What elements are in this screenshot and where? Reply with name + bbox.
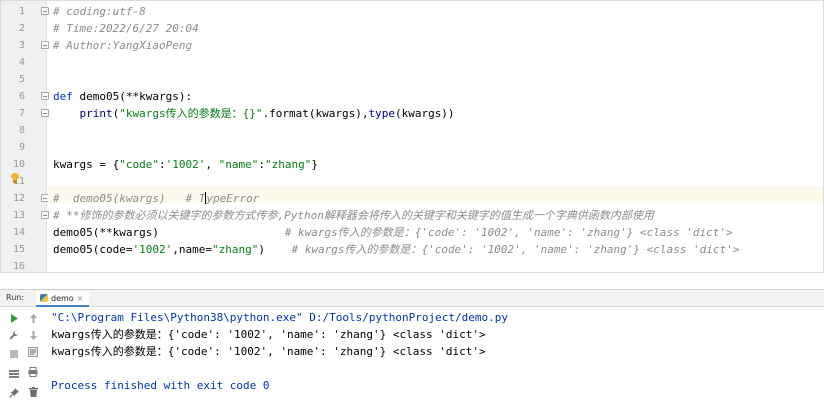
arrow-down-icon[interactable] xyxy=(27,329,39,341)
pin-icon[interactable] xyxy=(8,387,20,399)
line-number: 1 xyxy=(18,6,25,17)
print-icon[interactable] xyxy=(27,366,39,378)
line-number: 15 xyxy=(12,244,25,255)
stop-icon[interactable] xyxy=(8,348,20,360)
wrench-icon[interactable] xyxy=(8,329,20,341)
play-icon[interactable] xyxy=(8,312,20,324)
line-number: 16 xyxy=(12,261,25,272)
code-line-3: # Author:YangXiaoPeng xyxy=(53,39,193,52)
console-line: kwargs传入的参数是：{'code': '1002', 'name': 'z… xyxy=(51,345,486,358)
run-label: Run: xyxy=(6,293,25,302)
line-number: 6 xyxy=(18,91,25,102)
line-number: 10 xyxy=(12,159,25,170)
code-line-13: # **修饰的参数必须以关键字的参数方式传参,Python解释器会将传入的关键字… xyxy=(53,209,654,222)
run-tab-label: demo xyxy=(51,293,74,303)
line-number: 12 xyxy=(12,193,25,204)
code-line-12: # demo05(kwargs) # TypeError xyxy=(53,192,260,205)
code-line-15: demo05(code='1002',name="zhang") # kwarg… xyxy=(53,243,740,256)
code-area[interactable]: # coding:utf-8 # Time:2022/6/27 20:04 # … xyxy=(48,1,823,272)
code-line-14: demo05(**kwargs) # kwargs传入的参数是：{'code':… xyxy=(53,226,733,239)
code-line-2: # Time:2022/6/27 20:04 xyxy=(53,22,199,35)
python-file-icon xyxy=(40,294,48,302)
layout-icon[interactable] xyxy=(8,368,20,380)
close-tab-icon[interactable]: × xyxy=(77,294,84,303)
line-number: 7 xyxy=(18,108,25,119)
trash-icon[interactable] xyxy=(27,386,39,398)
console-line: "C:\Program Files\Python38\python.exe" D… xyxy=(51,311,508,324)
line-number-gutter: 1 2 3 4 5 6 7 8 9 10 11 12 13 14 15 16 xyxy=(1,1,49,272)
console-line: kwargs传入的参数是：{'code': '1002', 'name': 'z… xyxy=(51,328,486,341)
run-tab-demo[interactable]: demo × xyxy=(36,291,90,307)
console-line: Process finished with exit code 0 xyxy=(51,379,270,392)
arrow-up-icon[interactable] xyxy=(27,312,39,324)
line-number: 3 xyxy=(18,40,25,51)
line-number: 2 xyxy=(18,23,25,34)
run-tool-window: Run: demo × "C:\Program Files\Python38\p… xyxy=(0,289,824,409)
soft-wrap-icon[interactable] xyxy=(27,346,39,358)
line-number: 14 xyxy=(12,227,25,238)
lightbulb-icon[interactable] xyxy=(11,173,19,183)
line-number: 13 xyxy=(12,210,25,221)
line-number: 5 xyxy=(18,74,25,85)
run-tool-header: Run: demo × xyxy=(0,290,824,307)
code-line-6: def demo05(**kwargs): xyxy=(53,90,193,103)
code-line-7: print("kwargs传入的参数是：{}".format(kwargs),t… xyxy=(79,107,455,120)
code-line-1: # coding:utf-8 xyxy=(53,5,146,18)
code-editor[interactable]: 1 2 3 4 5 6 7 8 9 10 11 12 13 14 15 16 #… xyxy=(0,0,824,273)
line-number: 4 xyxy=(18,57,25,68)
line-number: 8 xyxy=(18,125,25,136)
line-number: 9 xyxy=(18,142,25,153)
code-line-10: kwargs = {"code":'1002', "name":"zhang"} xyxy=(53,158,318,171)
run-console-output[interactable]: "C:\Program Files\Python38\python.exe" D… xyxy=(46,307,824,409)
